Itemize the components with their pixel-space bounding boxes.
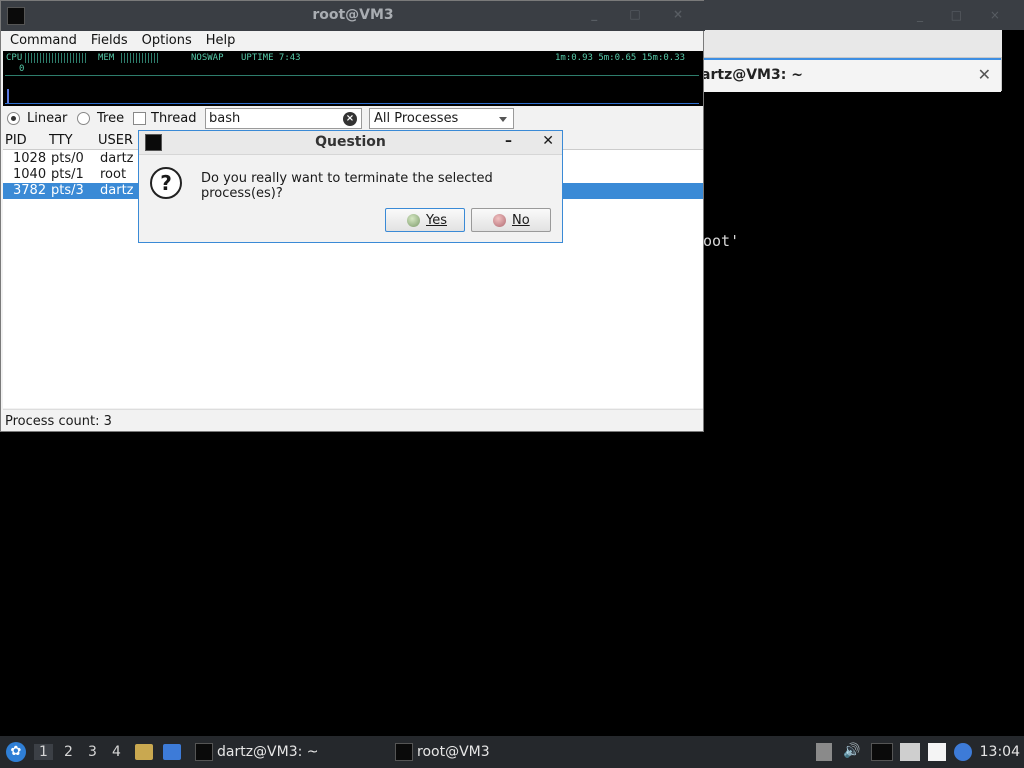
process-scope-select[interactable]: All Processes xyxy=(369,108,514,129)
search-value: bash xyxy=(209,111,241,126)
chevron-down-icon xyxy=(499,117,507,122)
task-label: dartz@VM3: ~ xyxy=(217,744,319,760)
filter-toolbar: Linear Tree Thread bash × All Processes xyxy=(3,106,703,132)
search-input[interactable]: bash × xyxy=(205,108,362,129)
cpu-graph-line xyxy=(5,75,699,76)
menu-fields[interactable]: Fields xyxy=(84,31,135,50)
pid-cell: 1040 xyxy=(13,167,47,182)
graph-value: 0 xyxy=(19,64,25,74)
task-dartz-terminal[interactable]: dartz@VM3: ~ xyxy=(195,741,319,763)
terminal-icon xyxy=(395,743,413,761)
window-titlebar: root@VM3 _ □ × xyxy=(1,1,705,31)
terminal-icon xyxy=(195,743,213,761)
load-average: 1m:0.93 5m:0.65 15m:0.33 xyxy=(555,53,686,63)
dialog-titlebar: Question – ✕ xyxy=(139,131,562,155)
clipboard-icon[interactable] xyxy=(928,743,946,761)
yes-icon xyxy=(407,214,420,227)
update-icon[interactable] xyxy=(954,743,972,761)
minimize-icon[interactable]: – xyxy=(505,133,512,149)
window-controls[interactable]: _ □ × xyxy=(591,7,697,21)
clock[interactable]: 13:04 xyxy=(980,744,1020,760)
terminal-output-text: oot' xyxy=(703,232,740,250)
tty-cell: pts/3 xyxy=(51,183,84,198)
menu-options[interactable]: Options xyxy=(135,31,199,50)
desktop-icon[interactable] xyxy=(163,744,181,760)
thread-label: Thread xyxy=(151,111,197,126)
cpu-label: CPU xyxy=(6,53,23,63)
cpu-meter-bar xyxy=(25,53,87,63)
terminal-window-buttons[interactable]: _ □ × xyxy=(917,8,1012,22)
no-icon xyxy=(493,214,506,227)
linear-radio[interactable] xyxy=(7,112,20,125)
yes-label: Yes xyxy=(426,213,447,228)
menubar: Command Fields Options Help xyxy=(3,31,703,51)
workspace-1[interactable]: 1 xyxy=(34,744,53,760)
workspace-4[interactable]: 4 xyxy=(112,744,121,760)
clear-icon[interactable]: × xyxy=(343,112,357,126)
pid-cell: 1028 xyxy=(13,151,47,166)
workspace-2[interactable]: 2 xyxy=(64,744,73,760)
pid-cell: 3782 xyxy=(13,183,47,198)
graph-spike xyxy=(7,89,9,103)
yes-button[interactable]: Yes xyxy=(385,208,465,232)
thread-checkbox[interactable] xyxy=(133,112,146,125)
terminal-toolbar xyxy=(700,30,1002,57)
mem-label: MEM xyxy=(98,53,115,63)
uptime-label: UPTIME 7:43 xyxy=(241,53,301,63)
task-label: root@VM3 xyxy=(417,744,490,760)
question-icon: ? xyxy=(150,167,182,199)
task-root-terminal[interactable]: root@VM3 xyxy=(395,741,490,763)
no-label: No xyxy=(512,213,530,228)
user-cell: dartz xyxy=(100,151,134,166)
user-cell: dartz xyxy=(100,183,134,198)
taskbar: ✿ 1 2 3 4 dartz@VM3: ~ root@VM3 🔊 13:04 xyxy=(0,736,1024,768)
question-dialog: Question – ✕ ? Do you really want to ter… xyxy=(138,130,563,243)
column-user[interactable]: USER xyxy=(98,133,133,148)
network-icon[interactable] xyxy=(900,743,920,761)
file-manager-icon[interactable] xyxy=(135,744,153,760)
column-pid[interactable]: PID xyxy=(5,133,27,148)
no-button[interactable]: No xyxy=(471,208,551,232)
column-tty[interactable]: TTY xyxy=(49,133,73,148)
close-icon[interactable]: ✕ xyxy=(542,133,554,149)
terminal-tab-title: dartz@VM3: ~ xyxy=(691,67,803,83)
scope-value: All Processes xyxy=(374,111,459,126)
tty-cell: pts/1 xyxy=(51,167,84,182)
process-count: Process count: 3 xyxy=(5,414,112,429)
mem-meter-bar xyxy=(121,53,159,63)
workspace-3[interactable]: 3 xyxy=(88,744,97,760)
swap-label: NOSWAP xyxy=(191,53,224,63)
menu-command[interactable]: Command xyxy=(3,31,84,50)
monitor-icon[interactable] xyxy=(871,743,893,761)
eject-icon[interactable] xyxy=(816,743,832,761)
dialog-message: Do you really want to terminate the sele… xyxy=(201,171,493,201)
tree-label: Tree xyxy=(97,111,125,126)
status-bar: Process count: 3 xyxy=(3,409,703,431)
tty-cell: pts/0 xyxy=(51,151,84,166)
start-menu-icon[interactable]: ✿ xyxy=(6,742,26,762)
menu-help[interactable]: Help xyxy=(199,31,243,50)
user-cell: root xyxy=(100,167,127,182)
dialog-title: Question xyxy=(315,134,386,150)
linear-label: Linear xyxy=(27,111,68,126)
close-icon[interactable]: ✕ xyxy=(978,65,991,84)
volume-icon[interactable]: 🔊 xyxy=(843,743,860,761)
tree-radio[interactable] xyxy=(77,112,90,125)
system-meter-panel: CPU MEM NOSWAP UPTIME 7:43 1m:0.93 5m:0.… xyxy=(3,51,703,106)
mem-graph-line xyxy=(5,103,699,104)
